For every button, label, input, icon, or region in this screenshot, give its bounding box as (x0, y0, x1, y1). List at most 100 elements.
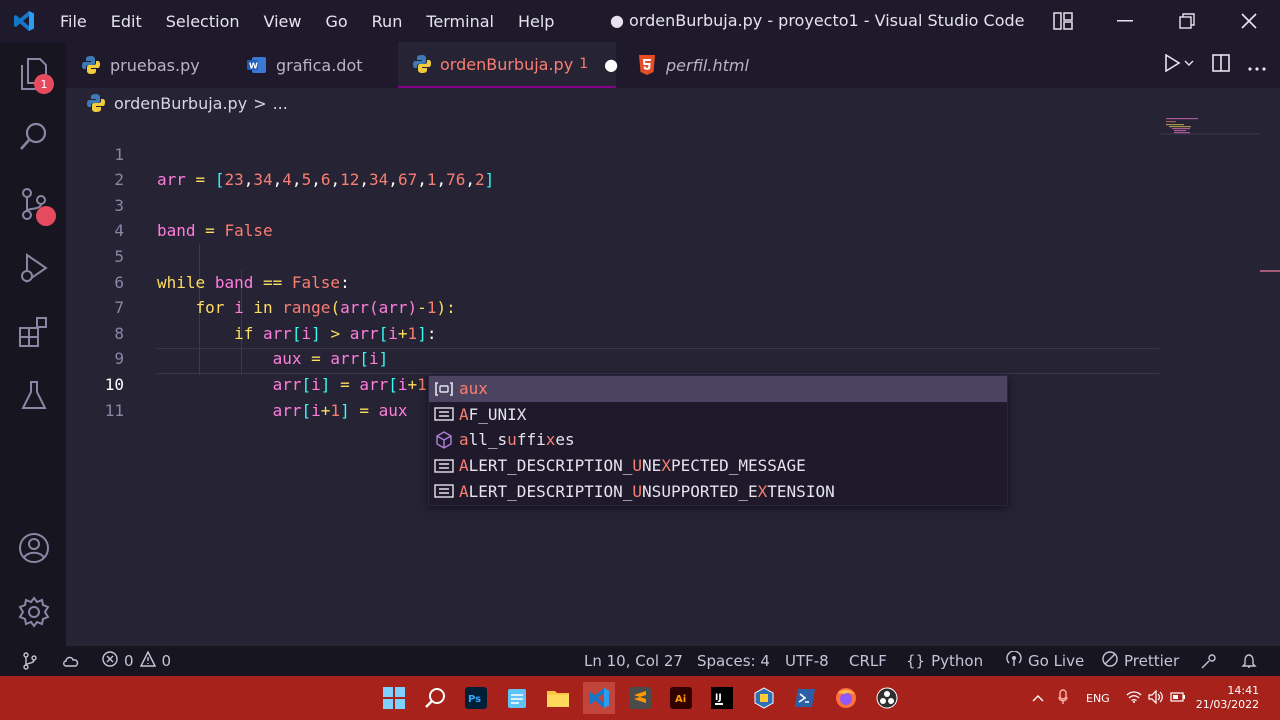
menu-terminal[interactable]: Terminal (414, 12, 506, 31)
suggestion-label: ALERT_DESCRIPTION_UNEXPECTED_MESSAGE (459, 456, 806, 476)
svg-text:IJ: IJ (715, 693, 722, 703)
tab-pruebas[interactable]: pruebas.py (66, 42, 232, 88)
intellij-icon[interactable]: IJ (706, 682, 738, 714)
obs-icon[interactable] (871, 682, 903, 714)
menu-file[interactable]: File (48, 12, 99, 31)
testing-flask-icon[interactable] (14, 376, 54, 416)
vscode-taskbar-icon[interactable] (583, 682, 615, 714)
indentation[interactable]: Spaces: 4 (697, 646, 770, 676)
cursor-position[interactable]: Ln 10, Col 27 (584, 646, 683, 676)
restore-button[interactable] (1156, 0, 1218, 42)
menu-edit[interactable]: Edit (99, 12, 154, 31)
constant-icon (433, 407, 455, 422)
warning-icon (139, 650, 156, 671)
tab-label: grafica.dot (276, 55, 363, 75)
editor-actions (1164, 42, 1266, 88)
encoding[interactable]: UTF-8 (785, 646, 829, 676)
breadcrumb: ordenBurbuja.py > ... (86, 92, 288, 114)
suggestion-label: ALERT_DESCRIPTION_UNSUPPORTED_EXTENSION (459, 481, 835, 501)
tab-grafica[interactable]: W grafica.dot (232, 42, 398, 88)
code-line: 3 band = False (66, 167, 1166, 241)
file-explorer-icon[interactable] (542, 682, 574, 714)
chevron-up-icon[interactable] (1032, 692, 1044, 705)
error-icon (102, 651, 118, 671)
menu-go[interactable]: Go (313, 12, 359, 31)
notepad-icon[interactable] (501, 682, 533, 714)
menu-run[interactable]: Run (360, 12, 415, 31)
menu-view[interactable]: View (252, 12, 314, 31)
window-title: ● ordenBurbuja.py - proyecto1 - Visual S… (610, 11, 1025, 30)
code-line: 10 arr[i+1] = aux (66, 346, 1166, 420)
menu-help[interactable]: Help (506, 12, 566, 31)
clock[interactable]: 14:41 21/03/2022 (1196, 684, 1259, 712)
prettier-button[interactable]: Prettier (1102, 646, 1179, 676)
windows-start-icon[interactable] (378, 682, 410, 714)
suggestion-label: AF_UNIX (459, 404, 527, 424)
python-icon (86, 93, 106, 113)
layout-icon[interactable] (1032, 0, 1094, 42)
activity-bar: 1 (0, 42, 66, 646)
minimap[interactable] (1160, 116, 1260, 146)
split-editor-icon[interactable] (1212, 54, 1230, 76)
suggestion-item[interactable]: ALERT_DESCRIPTION_UNEXPECTED_MESSAGE (429, 453, 1007, 479)
prettier-slash-icon (1102, 651, 1118, 671)
breadcrumb-rest[interactable]: ... (273, 94, 288, 113)
taskbar-search-icon[interactable] (419, 682, 451, 714)
explorer-icon[interactable]: 1 (14, 54, 54, 94)
suggestion-item[interactable]: ALERT_DESCRIPTION_UNSUPPORTED_EXTENSION (429, 478, 1007, 504)
suggestion-item[interactable]: all_suffixes (429, 427, 1007, 453)
close-button[interactable] (1218, 0, 1280, 42)
extensions-icon[interactable] (14, 312, 54, 352)
module-icon (433, 431, 455, 449)
tab-perfil[interactable]: perfil.html (622, 42, 782, 88)
sublime-text-icon[interactable] (624, 682, 656, 714)
run-file-icon[interactable] (1164, 53, 1194, 76)
volume-icon[interactable] (1148, 689, 1164, 707)
virtualbox-icon[interactable] (748, 682, 780, 714)
explorer-badge: 1 (34, 74, 54, 94)
warning-count: 0 (161, 652, 172, 670)
microphone-icon[interactable] (1058, 688, 1068, 708)
photoshop-icon[interactable]: Ps (460, 682, 492, 714)
source-control-icon[interactable] (14, 184, 56, 226)
branch-icon[interactable] (22, 646, 38, 676)
input-language[interactable]: ENG (1086, 692, 1110, 705)
code-text: arr[i+1] = aux (272, 400, 408, 420)
svg-text:Ai: Ai (675, 694, 686, 705)
firefox-icon[interactable] (830, 682, 862, 714)
notifications-bell-icon[interactable] (1241, 646, 1257, 676)
problems-indicator[interactable]: 0 0 (102, 646, 171, 676)
feedback-icon[interactable] (1200, 646, 1218, 676)
tab-label: perfil.html (666, 55, 749, 75)
tab-ordenburbuja[interactable]: ordenBurbuja.py 1 ● (398, 42, 618, 88)
end-of-line[interactable]: CRLF (849, 646, 887, 676)
wifi-icon[interactable] (1126, 690, 1142, 706)
scrollbar-marker[interactable] (1260, 270, 1280, 272)
powershell-icon[interactable] (789, 682, 821, 714)
battery-icon[interactable] (1170, 691, 1186, 705)
code-line: 4 (66, 193, 1166, 240)
constant-icon (433, 484, 455, 498)
search-icon[interactable] (14, 116, 54, 156)
illustrator-icon[interactable]: Ai (665, 682, 697, 714)
go-live-button[interactable]: Go Live (1006, 646, 1084, 676)
run-debug-icon[interactable] (14, 248, 54, 288)
more-actions-icon[interactable] (1248, 56, 1266, 75)
suggest-widget: aux AF_UNIX all_suffixes ALERT_DESCRIPTI… (428, 375, 1008, 506)
braces-icon: {} (906, 652, 926, 670)
menu-selection[interactable]: Selection (154, 12, 252, 31)
breadcrumb-separator: > (253, 93, 267, 113)
minimize-button[interactable] (1094, 0, 1156, 42)
sync-cloud-icon[interactable] (62, 646, 80, 676)
tab-dirty-indicator[interactable]: ● (604, 55, 618, 74)
python-icon (80, 54, 102, 76)
language-mode[interactable]: {} Python (906, 646, 983, 676)
tab-label: pruebas.py (110, 55, 200, 75)
suggestion-item[interactable]: AF_UNIX (429, 402, 1007, 428)
vscode-window: File Edit Selection View Go Run Terminal… (0, 0, 1280, 720)
suggestion-item[interactable]: aux (429, 376, 1007, 402)
breadcrumb-file[interactable]: ordenBurbuja.py (114, 94, 247, 113)
settings-gear-icon[interactable] (14, 592, 54, 632)
code-line: 8 aux = arr[i] (66, 295, 1166, 369)
accounts-icon[interactable] (14, 528, 54, 568)
